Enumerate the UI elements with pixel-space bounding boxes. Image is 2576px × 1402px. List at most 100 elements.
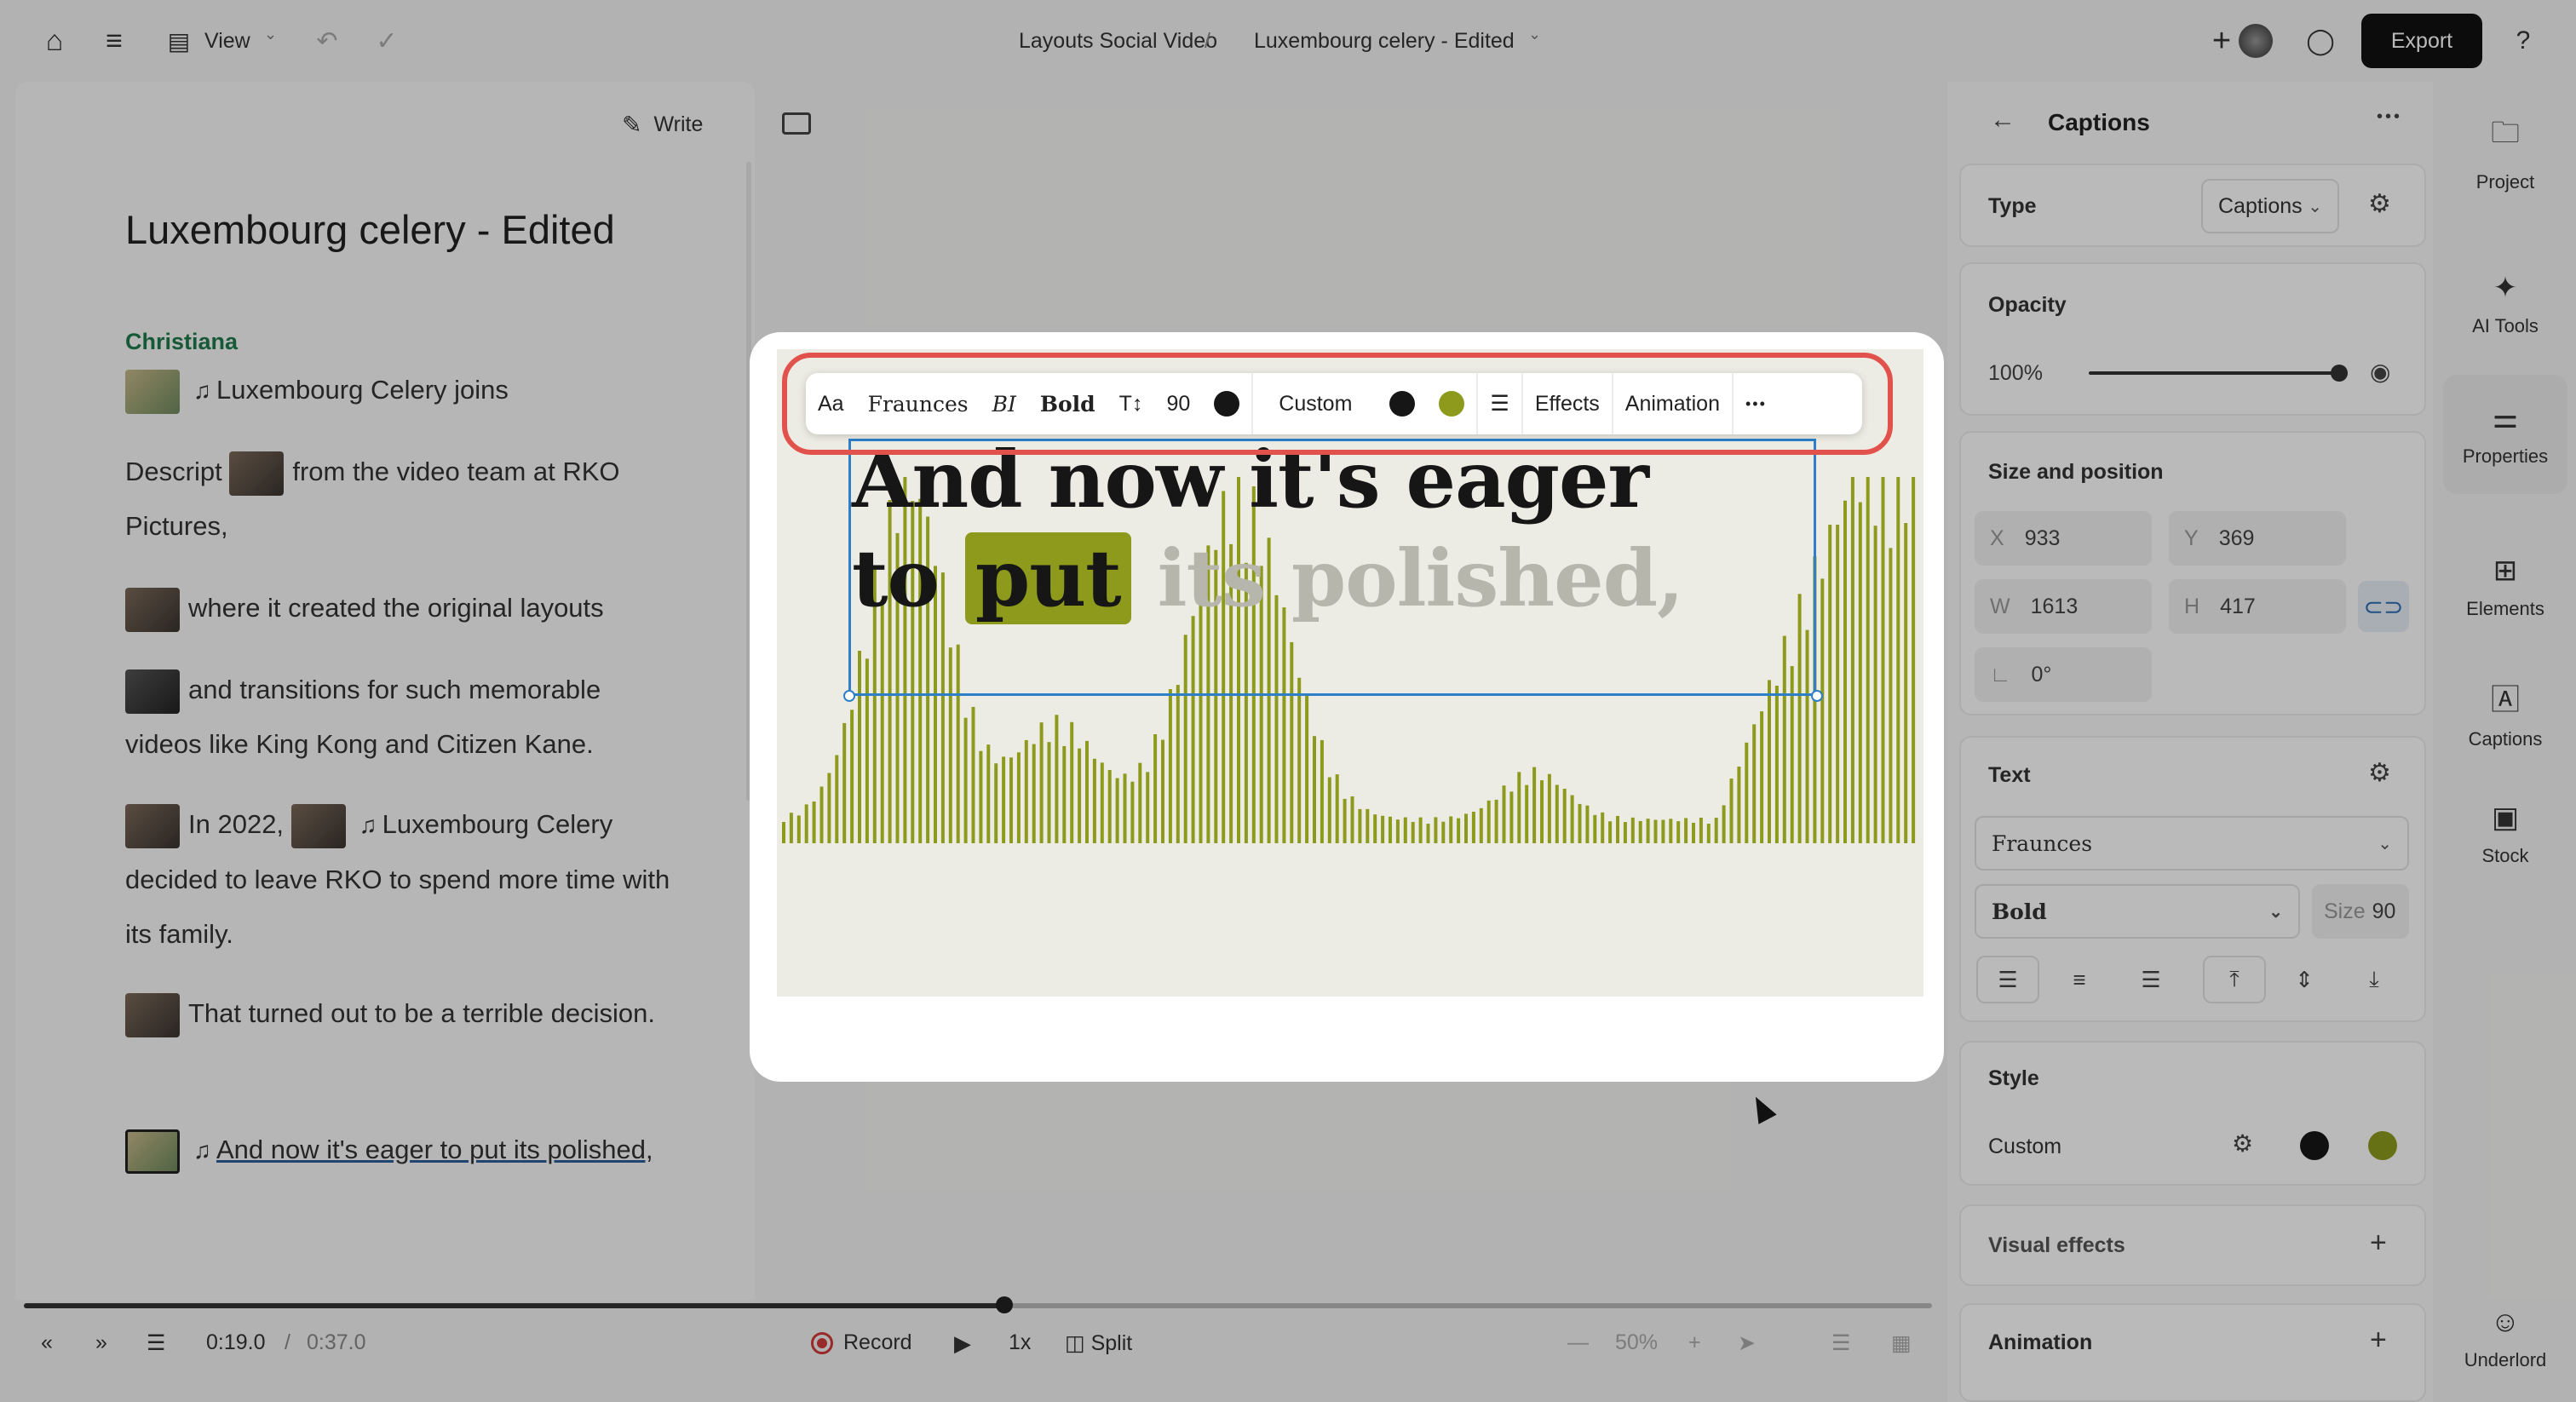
nav-properties[interactable]: ⚌ Properties — [2443, 375, 2567, 494]
primary-color-swatch[interactable] — [2300, 1131, 2329, 1160]
script-text[interactable]: and transitions for such memorable video… — [125, 675, 601, 759]
scene-thumbnail[interactable] — [125, 992, 180, 1037]
speed-button[interactable]: 1x — [1009, 1330, 1031, 1355]
add-effect-icon[interactable]: + — [2370, 1227, 2387, 1260]
chevron-down-icon[interactable]: ⌄ — [1528, 26, 1541, 43]
align-top-icon[interactable]: ⤒ — [2203, 956, 2266, 1003]
link-icon[interactable]: ⊂⊃ — [2358, 581, 2409, 632]
breadcrumb-document[interactable]: Luxembourg celery - Edited — [1254, 29, 1515, 54]
opacity-slider[interactable] — [2089, 371, 2341, 375]
sliders-icon[interactable]: ⚙ — [2368, 189, 2391, 219]
script-paragraph[interactable]: and transitions for such memorable video… — [125, 663, 670, 772]
effects-button[interactable]: Effects — [1523, 373, 1612, 434]
check-icon[interactable]: ✓ — [366, 20, 407, 61]
undo-icon[interactable]: ↶ — [307, 20, 348, 61]
size-field[interactable]: Size 90 — [2312, 884, 2409, 939]
font-weight-button[interactable]: Bold — [1028, 373, 1107, 434]
scene-thumbnail[interactable] — [290, 803, 346, 848]
record-button[interactable]: Record — [811, 1330, 912, 1355]
scene-thumbnail[interactable] — [125, 803, 180, 848]
add-animation-icon[interactable]: + — [2370, 1324, 2387, 1357]
more-options-icon[interactable]: ••• — [2377, 107, 2402, 127]
bold-italic-button[interactable]: BI — [980, 373, 1028, 434]
font-family-button[interactable]: Fraunces — [856, 373, 980, 434]
scene-thumbnail[interactable] — [229, 451, 285, 496]
grid-view-icon[interactable]: ▦ — [1891, 1330, 1912, 1356]
nav-underlord[interactable]: ☺ Underlord — [2443, 1284, 2567, 1392]
font-dropdown[interactable]: Fraunces ⌄ — [1975, 816, 2409, 871]
script-text[interactable]: where it created the original layouts — [188, 593, 604, 623]
document-title[interactable]: Luxembourg celery - Edited — [125, 206, 615, 253]
breadcrumb-project[interactable]: Layouts Social Video — [1019, 29, 1217, 54]
view-menu[interactable]: View — [204, 29, 250, 54]
font-case-button[interactable]: Aa — [806, 373, 856, 434]
timeline-scrubber[interactable] — [24, 1303, 1932, 1308]
align-right-icon[interactable]: ☰ — [2119, 956, 2182, 1003]
scene-thumbnail[interactable] — [125, 369, 180, 414]
font-size-icon[interactable]: T↕ — [1107, 373, 1155, 434]
help-icon[interactable]: ? — [2503, 20, 2544, 61]
resize-handle[interactable] — [1811, 690, 1823, 702]
animation-button[interactable]: Animation — [1613, 373, 1732, 434]
align-left-icon[interactable]: ☰ — [1976, 956, 2039, 1003]
chevron-down-icon[interactable]: ⌄ — [264, 26, 277, 43]
nav-elements[interactable]: ⊞ Elements — [2443, 533, 2567, 641]
chapters-icon[interactable]: ☰ — [147, 1330, 165, 1356]
frame-toggle-icon[interactable] — [782, 112, 811, 135]
pointer-tool-icon[interactable]: ➤ — [1738, 1330, 1756, 1356]
script-paragraph[interactable]: In 2022, ♫ Luxembourg Celery decided to l… — [125, 797, 670, 962]
home-icon[interactable]: ⌂ — [34, 20, 75, 61]
comment-icon[interactable]: ◯ — [2300, 20, 2341, 61]
align-center-icon[interactable]: ≡ — [2048, 956, 2111, 1003]
selection-box[interactable] — [848, 439, 1816, 696]
nav-stock[interactable]: ▣ Stock — [2443, 780, 2567, 888]
width-field[interactable]: W 1613 — [1975, 579, 2152, 634]
zoom-out-icon[interactable]: — — [1567, 1330, 1589, 1355]
add-collaborator-icon[interactable]: + — [2201, 20, 2242, 61]
font-size-value[interactable]: 90 — [1154, 373, 1202, 434]
highlight-color-swatch[interactable] — [2368, 1131, 2397, 1160]
align-middle-icon[interactable]: ⇕ — [2273, 956, 2336, 1003]
opacity-value[interactable]: 100% — [1973, 346, 2075, 400]
scene-thumbnail[interactable] — [125, 1129, 180, 1174]
avatar[interactable] — [2239, 24, 2273, 58]
skip-back-icon[interactable]: « — [41, 1330, 53, 1355]
script-text[interactable]: Descript — [125, 457, 222, 486]
nav-ai-tools[interactable]: ✦ AI Tools — [2443, 250, 2567, 358]
style-value[interactable]: Custom — [1988, 1135, 2061, 1159]
scene-thumbnail[interactable] — [125, 669, 180, 714]
export-button[interactable]: Export — [2361, 14, 2482, 68]
list-view-icon[interactable]: ☰ — [1831, 1330, 1850, 1356]
script-paragraph[interactable]: ♫ And now it's eager to put its polished, — [125, 1123, 670, 1178]
slider-thumb[interactable] — [2331, 365, 2348, 382]
script-text[interactable]: That turned out to be a terrible decisio… — [188, 998, 655, 1028]
play-icon[interactable]: ▶ — [954, 1330, 971, 1357]
split-button[interactable]: ◫ Split — [1065, 1330, 1132, 1356]
write-button[interactable]: ✎ Write — [622, 111, 703, 139]
script-text[interactable]: In 2022, — [188, 809, 284, 839]
speaker-label[interactable]: Christiana — [125, 329, 238, 355]
align-bottom-icon[interactable]: ⤓ — [2343, 956, 2406, 1003]
highlight-color-button[interactable] — [1427, 373, 1476, 434]
weight-dropdown[interactable]: Bold ⌄ — [1975, 884, 2300, 939]
text-color-button[interactable] — [1202, 373, 1251, 434]
script-paragraph[interactable]: where it created the original layouts — [125, 581, 670, 635]
script-text-selected[interactable]: And now it's eager to put its polished, — [216, 1135, 653, 1164]
align-left-icon[interactable]: ☰ — [1478, 373, 1521, 434]
rotation-field[interactable]: ∟ 0° — [1975, 647, 2152, 702]
script-paragraph[interactable]: That turned out to be a terrible decisio… — [125, 986, 670, 1041]
layout-icon[interactable]: ▤ — [158, 20, 199, 61]
y-field[interactable]: Y 369 — [2169, 511, 2346, 566]
back-arrow-icon[interactable]: ← — [1990, 106, 2015, 135]
skip-forward-icon[interactable]: » — [95, 1330, 107, 1355]
style-preset-button[interactable]: Custom — [1253, 373, 1377, 434]
type-dropdown[interactable]: Captions ⌄ — [2201, 179, 2339, 233]
more-options-icon[interactable]: ••• — [1734, 373, 1779, 434]
sliders-icon[interactable]: ⚙ — [2368, 758, 2391, 788]
primary-color-button[interactable] — [1377, 373, 1427, 434]
script-paragraph[interactable]: ♫ Luxembourg Celery joins — [125, 363, 670, 418]
eye-icon[interactable]: ◉ — [2370, 358, 2390, 386]
nav-project[interactable]: 🗀 Project — [2443, 99, 2567, 206]
sliders-icon[interactable]: ⚙ — [2232, 1129, 2253, 1158]
zoom-level[interactable]: 50% — [1615, 1330, 1658, 1355]
